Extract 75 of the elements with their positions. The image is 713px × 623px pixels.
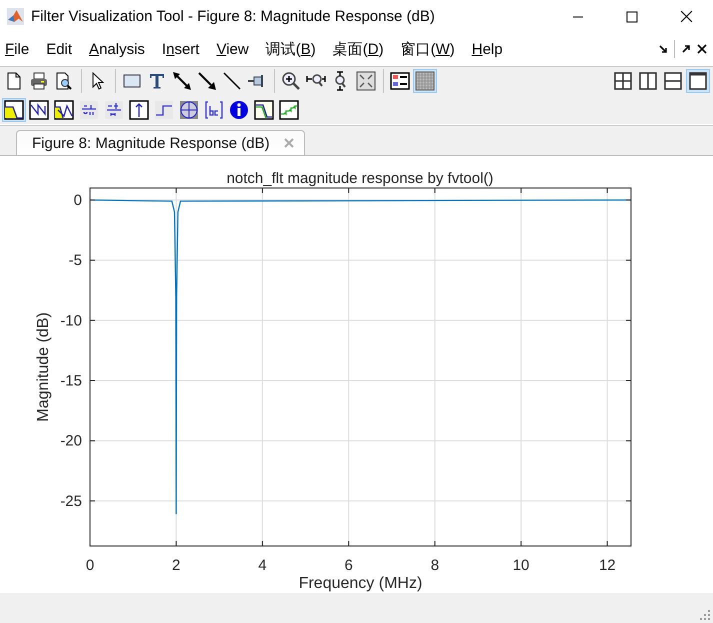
analysis-button[interactable] [252, 98, 276, 122]
y-tick-label: 0 [74, 192, 82, 210]
chart-title: notch_flt magnitude response by fvtool() [226, 170, 494, 188]
y-tick-label: -10 [60, 312, 82, 330]
analysis-button[interactable] [27, 98, 51, 122]
toolbar-button[interactable] [354, 69, 378, 94]
analysis-button[interactable] [77, 98, 101, 122]
resize-grip-icon[interactable] [700, 610, 710, 620]
two-rows-icon [663, 71, 683, 92]
x-tick-label: 6 [344, 557, 353, 574]
figure-tab[interactable]: Figure 8: Magnitude Response (dB) [16, 130, 305, 156]
dock-icon[interactable] [681, 44, 691, 54]
four-panes-icon [613, 71, 633, 92]
menu-item[interactable]: File [0, 38, 34, 61]
fraction-icon [104, 100, 124, 120]
y-tick-label: -25 [60, 493, 82, 510]
menu-item[interactable]: Edit [41, 38, 78, 61]
x-tick-label: 2 [172, 557, 180, 574]
analysis-button[interactable] [152, 98, 176, 122]
menu-item[interactable]: 窗口(W) [396, 36, 460, 62]
x-tick-label: 0 [86, 557, 94, 574]
x-tick-label: 12 [598, 557, 616, 574]
analysis-button[interactable] [127, 98, 151, 122]
y-tick-label: -5 [68, 252, 82, 270]
x-axis-label: Frequency (MHz) [298, 575, 422, 592]
y-tick-label: -20 [60, 432, 82, 450]
y-axis-label: Magnitude (dB) [35, 312, 52, 422]
layout-button[interactable] [686, 69, 710, 94]
unit-circle-icon [179, 100, 199, 120]
menu-item[interactable]: Insert [156, 38, 204, 61]
menu-item[interactable]: Analysis [84, 38, 150, 61]
maximize-icon [626, 10, 638, 22]
sawtooth-icon [29, 100, 49, 120]
legend-icon [390, 71, 410, 92]
info-icon [229, 100, 249, 120]
menu-item[interactable]: View [211, 38, 254, 61]
noisy-step-icon [279, 100, 299, 120]
step-icon [154, 100, 174, 120]
zoom-in-icon [281, 71, 301, 92]
tab-label: Figure 8: Magnitude Response (dB) [32, 134, 270, 152]
app-logo-icon [7, 8, 24, 25]
toolbar-button[interactable] [413, 69, 437, 94]
menu-item[interactable]: 调试(B) [260, 36, 321, 62]
menu-item[interactable]: 桌面(D) [328, 36, 389, 62]
analysis-button[interactable] [177, 98, 201, 122]
y-tick-label: -15 [60, 372, 82, 390]
analysis-button[interactable] [227, 98, 251, 122]
bracket-icon [204, 100, 224, 120]
window-title: Filter Visualization Tool - Figure 8: Magnitude Response (dB) [31, 8, 435, 25]
text-icon [147, 71, 167, 92]
line-icon [222, 71, 242, 92]
x-tick-label: 8 [430, 557, 440, 574]
double-arrow-icon [172, 71, 192, 92]
x-tick-label: 10 [512, 557, 530, 574]
magnitude-phase-icon [54, 100, 74, 120]
menu-item[interactable]: Help [466, 38, 508, 61]
analysis-button[interactable] [52, 98, 76, 122]
magnitude-plot-icon [4, 100, 24, 120]
grid-icon [415, 71, 435, 92]
impulse-icon [129, 100, 149, 120]
analysis-button[interactable] [277, 98, 301, 122]
derivative-icon [79, 100, 99, 120]
expand-icon [356, 71, 376, 92]
close-icon[interactable] [697, 44, 707, 54]
close-icon [680, 10, 692, 23]
two-columns-icon [638, 71, 658, 92]
arrow-icon [197, 71, 217, 92]
x-tick-label: 4 [258, 557, 267, 574]
magnifier-page-icon [54, 71, 74, 92]
single-pane-icon [688, 71, 708, 92]
analysis-button[interactable] [102, 98, 126, 122]
analysis-button[interactable] [2, 98, 26, 122]
curve-icon [254, 100, 274, 120]
printer-icon [29, 71, 49, 92]
undock-icon[interactable] [658, 44, 668, 54]
